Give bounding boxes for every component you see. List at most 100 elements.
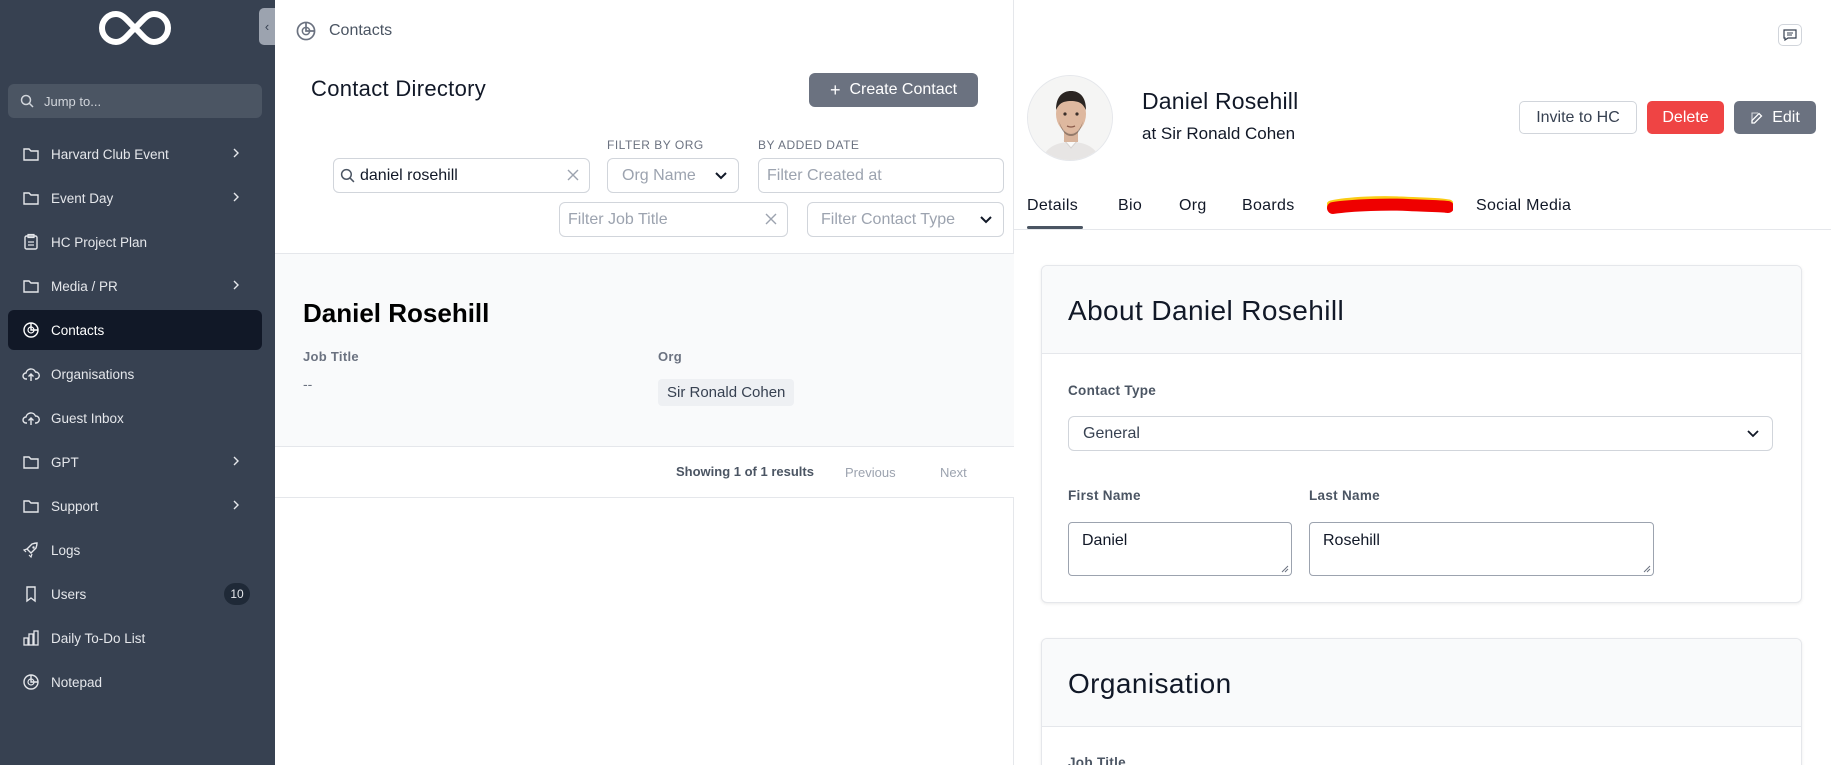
tab-org[interactable]: Org	[1179, 197, 1207, 215]
sidebar-item-users[interactable]: Users 10	[8, 574, 262, 614]
edit-button[interactable]: Edit	[1734, 101, 1816, 134]
sidebar-item-notepad[interactable]: Notepad	[8, 662, 262, 702]
org-name-select[interactable]: Org Name	[607, 158, 739, 193]
bookmark-icon	[26, 586, 36, 603]
job-title-value: --	[303, 376, 313, 392]
infinity-logo-icon[interactable]	[96, 8, 174, 48]
contact-result-card[interactable]: Daniel Rosehill Job Title Org -- Sir Ron…	[275, 254, 1014, 446]
invite-to-hc-button[interactable]: Invite to HC	[1519, 101, 1637, 134]
contact-type-select[interactable]: General	[1068, 416, 1773, 451]
tab-details[interactable]: Details	[1027, 197, 1078, 215]
sidebar-item-label: Media / PR	[51, 278, 118, 294]
org-job-title-label: Job Title	[1068, 755, 1126, 765]
resize-grip-icon[interactable]	[1281, 565, 1289, 573]
chevron-down-icon	[980, 216, 992, 224]
breadcrumb-label[interactable]: Contacts	[329, 22, 392, 40]
users-count-badge: 10	[224, 583, 250, 605]
tab-boards[interactable]: Boards	[1242, 197, 1295, 215]
contact-type-filter[interactable]: Filter Contact Type	[807, 202, 1004, 237]
chevron-left-icon: ‹	[264, 19, 270, 34]
sidebar-item-daily-to-do-list[interactable]: Daily To-Do List	[8, 618, 262, 658]
cloud-upload-icon	[22, 368, 40, 381]
create-contact-label: Create Contact	[849, 81, 958, 98]
sidebar-item-contacts[interactable]: Contacts	[8, 310, 262, 350]
pie-chart-icon	[23, 322, 39, 338]
last-name-value: Rosehill	[1323, 532, 1380, 549]
contact-detail-panel: Daniel Rosehill at Sir Ronald Cohen Invi…	[1014, 0, 1831, 765]
create-contact-button[interactable]: + Create Contact	[809, 73, 978, 107]
organisation-card-header: Organisation	[1042, 639, 1801, 727]
job-title-placeholder: Filter Job Title	[568, 210, 668, 228]
created-at-filter[interactable]: Filter Created at	[758, 158, 1004, 193]
breadcrumb: Contacts	[295, 20, 392, 42]
comment-icon[interactable]	[1778, 24, 1802, 46]
sidebar-item-gpt[interactable]: GPT	[8, 442, 262, 482]
clear-search-icon[interactable]	[566, 168, 580, 182]
sidebar-item-organisations[interactable]: Organisations	[8, 354, 262, 394]
collapse-sidebar-button[interactable]: ‹	[259, 8, 275, 45]
chevron-right-icon	[233, 456, 239, 466]
org-name-placeholder: Org Name	[622, 166, 696, 184]
sidebar-item-label: Harvard Club Event	[51, 146, 169, 162]
rocket-icon	[22, 542, 38, 559]
sidebar-item-label: Users	[51, 586, 87, 602]
tab-social-media[interactable]: Social Media	[1476, 197, 1571, 215]
sidebar-nav: Harvard Club Event Event Day HC Project …	[8, 134, 262, 706]
sidebar-item-label: Logs	[51, 542, 81, 558]
created-at-placeholder: Filter Created at	[767, 166, 882, 184]
job-title-filter[interactable]: Filter Job Title	[559, 202, 788, 237]
last-name-label: Last Name	[1309, 488, 1380, 503]
about-title: About Daniel Rosehill	[1068, 295, 1345, 326]
search-value: daniel rosehill	[360, 166, 458, 184]
sidebar-item-logs[interactable]: Logs	[8, 530, 262, 570]
chevron-right-icon	[233, 280, 239, 290]
sidebar-item-label: Daily To-Do List	[51, 630, 146, 646]
sidebar-item-support[interactable]: Support	[8, 486, 262, 526]
sidebar-item-label: Organisations	[51, 366, 135, 382]
edit-icon	[1751, 111, 1763, 124]
contact-type-placeholder: Filter Contact Type	[821, 210, 955, 228]
sidebar-item-harvard-club-event[interactable]: Harvard Club Event	[8, 134, 262, 174]
chevron-right-icon	[233, 500, 239, 510]
folder-icon	[23, 148, 39, 161]
delete-button[interactable]: Delete	[1647, 101, 1724, 134]
clear-job-title-icon[interactable]	[764, 212, 778, 226]
sidebar-item-event-day[interactable]: Event Day	[8, 178, 262, 218]
search-icon	[20, 94, 34, 108]
last-name-field[interactable]: Rosehill	[1309, 522, 1654, 576]
about-card: About Daniel Rosehill Contact Type Gener…	[1041, 265, 1802, 603]
cloud-upload-icon	[22, 412, 40, 425]
resize-grip-icon[interactable]	[1643, 565, 1651, 573]
chevron-down-icon	[1747, 430, 1759, 438]
redacted-tab-mark	[1327, 196, 1453, 214]
contact-name: Daniel Rosehill	[1142, 88, 1299, 114]
tab-bio[interactable]: Bio	[1118, 197, 1142, 215]
chevron-right-icon	[233, 192, 239, 202]
search-input[interactable]: daniel rosehill	[333, 158, 590, 193]
next-button[interactable]: Next	[940, 465, 967, 480]
message-square-icon	[1783, 29, 1797, 41]
by-added-date-label: BY ADDED DATE	[758, 138, 860, 152]
organisation-title: Organisation	[1068, 668, 1232, 699]
sidebar-item-hc-project-plan[interactable]: HC Project Plan	[8, 222, 262, 262]
previous-button[interactable]: Previous	[845, 465, 896, 480]
folder-icon	[23, 192, 39, 205]
contact-directory-panel: Contacts Contact Directory + Create Cont…	[275, 0, 1014, 765]
sidebar-item-media-pr[interactable]: Media / PR	[8, 266, 262, 306]
avatar	[1027, 75, 1113, 161]
contact-type-value: General	[1083, 424, 1140, 442]
result-contact-name[interactable]: Daniel Rosehill	[303, 298, 489, 329]
sidebar-item-label: Support	[51, 498, 99, 514]
chevron-right-icon	[233, 148, 239, 158]
first-name-field[interactable]: Daniel	[1068, 522, 1292, 576]
pie-chart-icon	[296, 21, 316, 41]
sidebar-item-label: GPT	[51, 454, 79, 470]
about-card-header: About Daniel Rosehill	[1042, 266, 1801, 354]
pagination: Showing 1 of 1 results Previous Next	[275, 446, 1014, 498]
sidebar-item-guest-inbox[interactable]: Guest Inbox	[8, 398, 262, 438]
pie-chart-icon	[23, 674, 39, 690]
org-chip[interactable]: Sir Ronald Cohen	[658, 379, 795, 406]
jump-to-search[interactable]: Jump to...	[8, 84, 262, 118]
active-tab-indicator	[1027, 226, 1083, 229]
job-title-label: Job Title	[303, 349, 359, 364]
